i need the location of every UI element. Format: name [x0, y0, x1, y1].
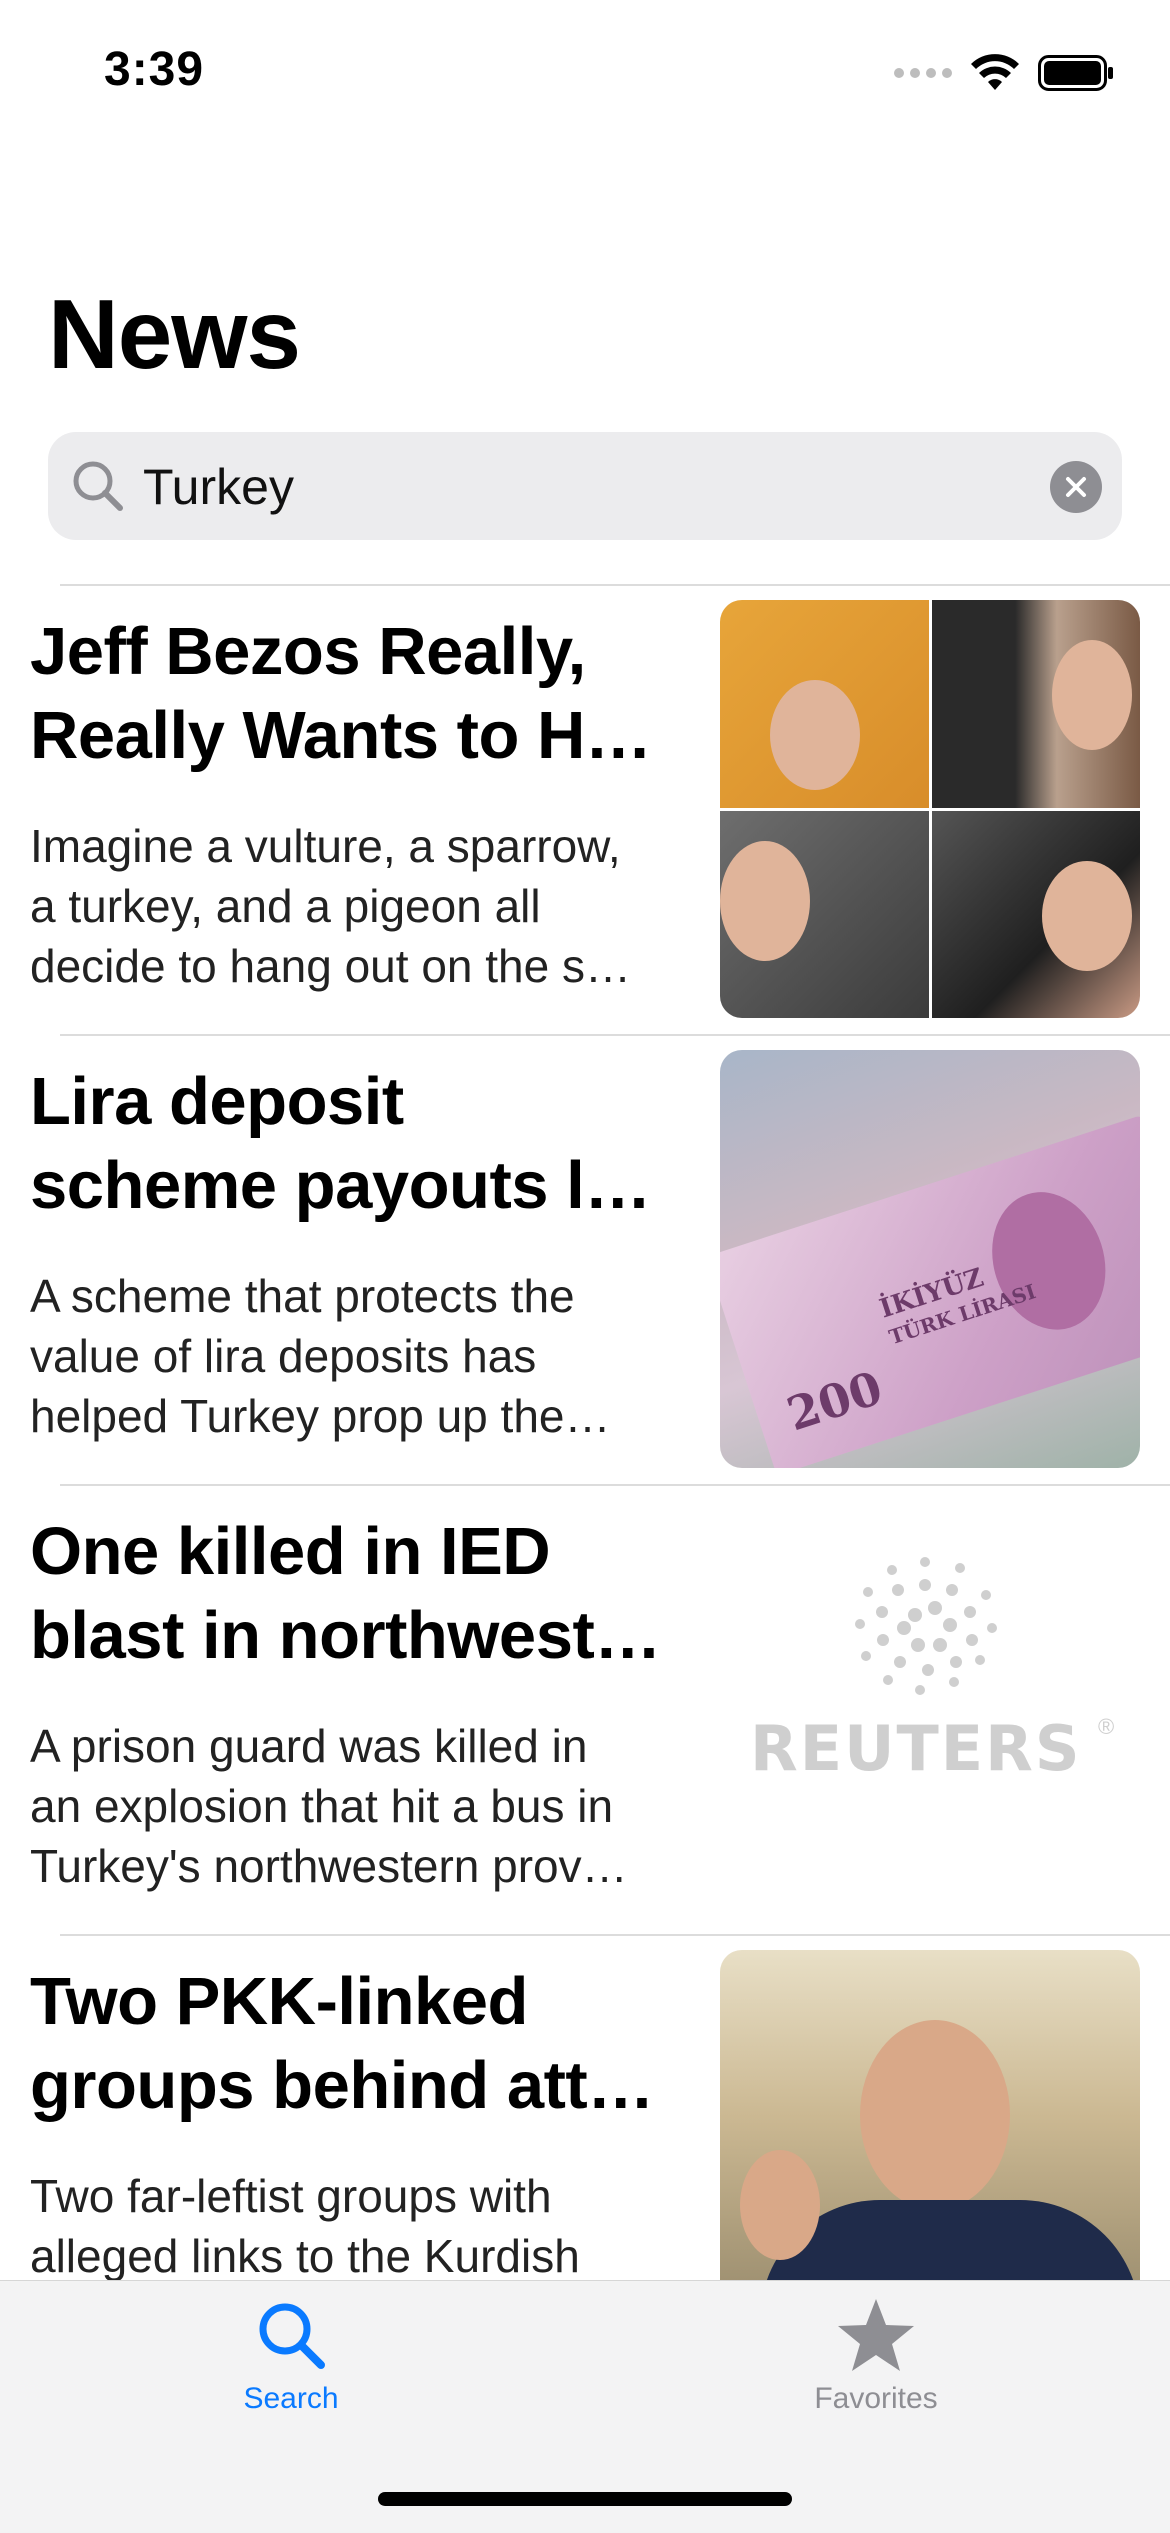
battery-icon	[1038, 55, 1113, 91]
clear-search-button[interactable]	[1050, 461, 1102, 513]
status-icons	[894, 54, 1114, 92]
article-item[interactable]: Jeff Bezos Really, Really Wants to H… Im…	[0, 584, 1170, 1034]
search-bar[interactable]: Turkey	[48, 432, 1122, 540]
search-icon	[73, 461, 123, 511]
cellular-signal-icon	[894, 68, 952, 78]
divider	[60, 1484, 1170, 1486]
article-title: Jeff Bezos Really, Really Wants to H…	[30, 614, 652, 773]
article-item[interactable]: Lira deposit scheme payouts l… A scheme …	[0, 1034, 1170, 1484]
article-list[interactable]: Jeff Bezos Really, Really Wants to H… Im…	[0, 584, 1170, 2384]
status-bar: 3:39	[0, 0, 1170, 150]
reuters-dots-icon	[855, 1557, 997, 1695]
page-title: News	[48, 279, 301, 389]
article-summary: A prison guard was killed in an explosio…	[30, 1720, 628, 1892]
wifi-icon	[971, 54, 1019, 90]
tab-favorites[interactable]: Favorites	[776, 2297, 976, 2416]
article-thumbnail: 200 İKİYÜZ TÜRK LİRASI	[720, 1050, 1140, 1468]
celebrity-collage-image	[720, 600, 1140, 1018]
star-icon	[838, 2299, 914, 2371]
tab-label: Favorites	[814, 2382, 938, 2415]
article-title: Two PKK-linked groups behind att…	[30, 1964, 654, 2123]
article-summary: A scheme that protects the value of lira…	[30, 1270, 611, 1442]
article-title: One killed in IED blast in northwest…	[30, 1514, 661, 1673]
article-title: Lira deposit scheme payouts l…	[30, 1064, 651, 1223]
home-indicator	[378, 2492, 792, 2506]
search-input[interactable]: Turkey	[143, 458, 294, 516]
reuters-logo: REUTERS ®	[720, 1500, 1140, 1918]
search-icon	[259, 2303, 325, 2369]
article-summary: Imagine a vulture, a sparrow, a turkey, …	[30, 820, 631, 992]
tab-label: Search	[243, 2382, 339, 2415]
divider	[60, 1934, 1170, 1936]
article-item[interactable]: One killed in IED blast in northwest… A …	[0, 1484, 1170, 1934]
article-thumbnail: REUTERS ®	[720, 1500, 1140, 1918]
divider	[60, 584, 1170, 586]
divider	[60, 1034, 1170, 1036]
close-icon	[1066, 477, 1086, 497]
article-thumbnail	[720, 600, 1140, 1018]
lira-banknote-image: 200 İKİYÜZ TÜRK LİRASI	[720, 1050, 1140, 1468]
status-time: 3:39	[104, 43, 205, 96]
tab-search[interactable]: Search	[191, 2297, 391, 2416]
